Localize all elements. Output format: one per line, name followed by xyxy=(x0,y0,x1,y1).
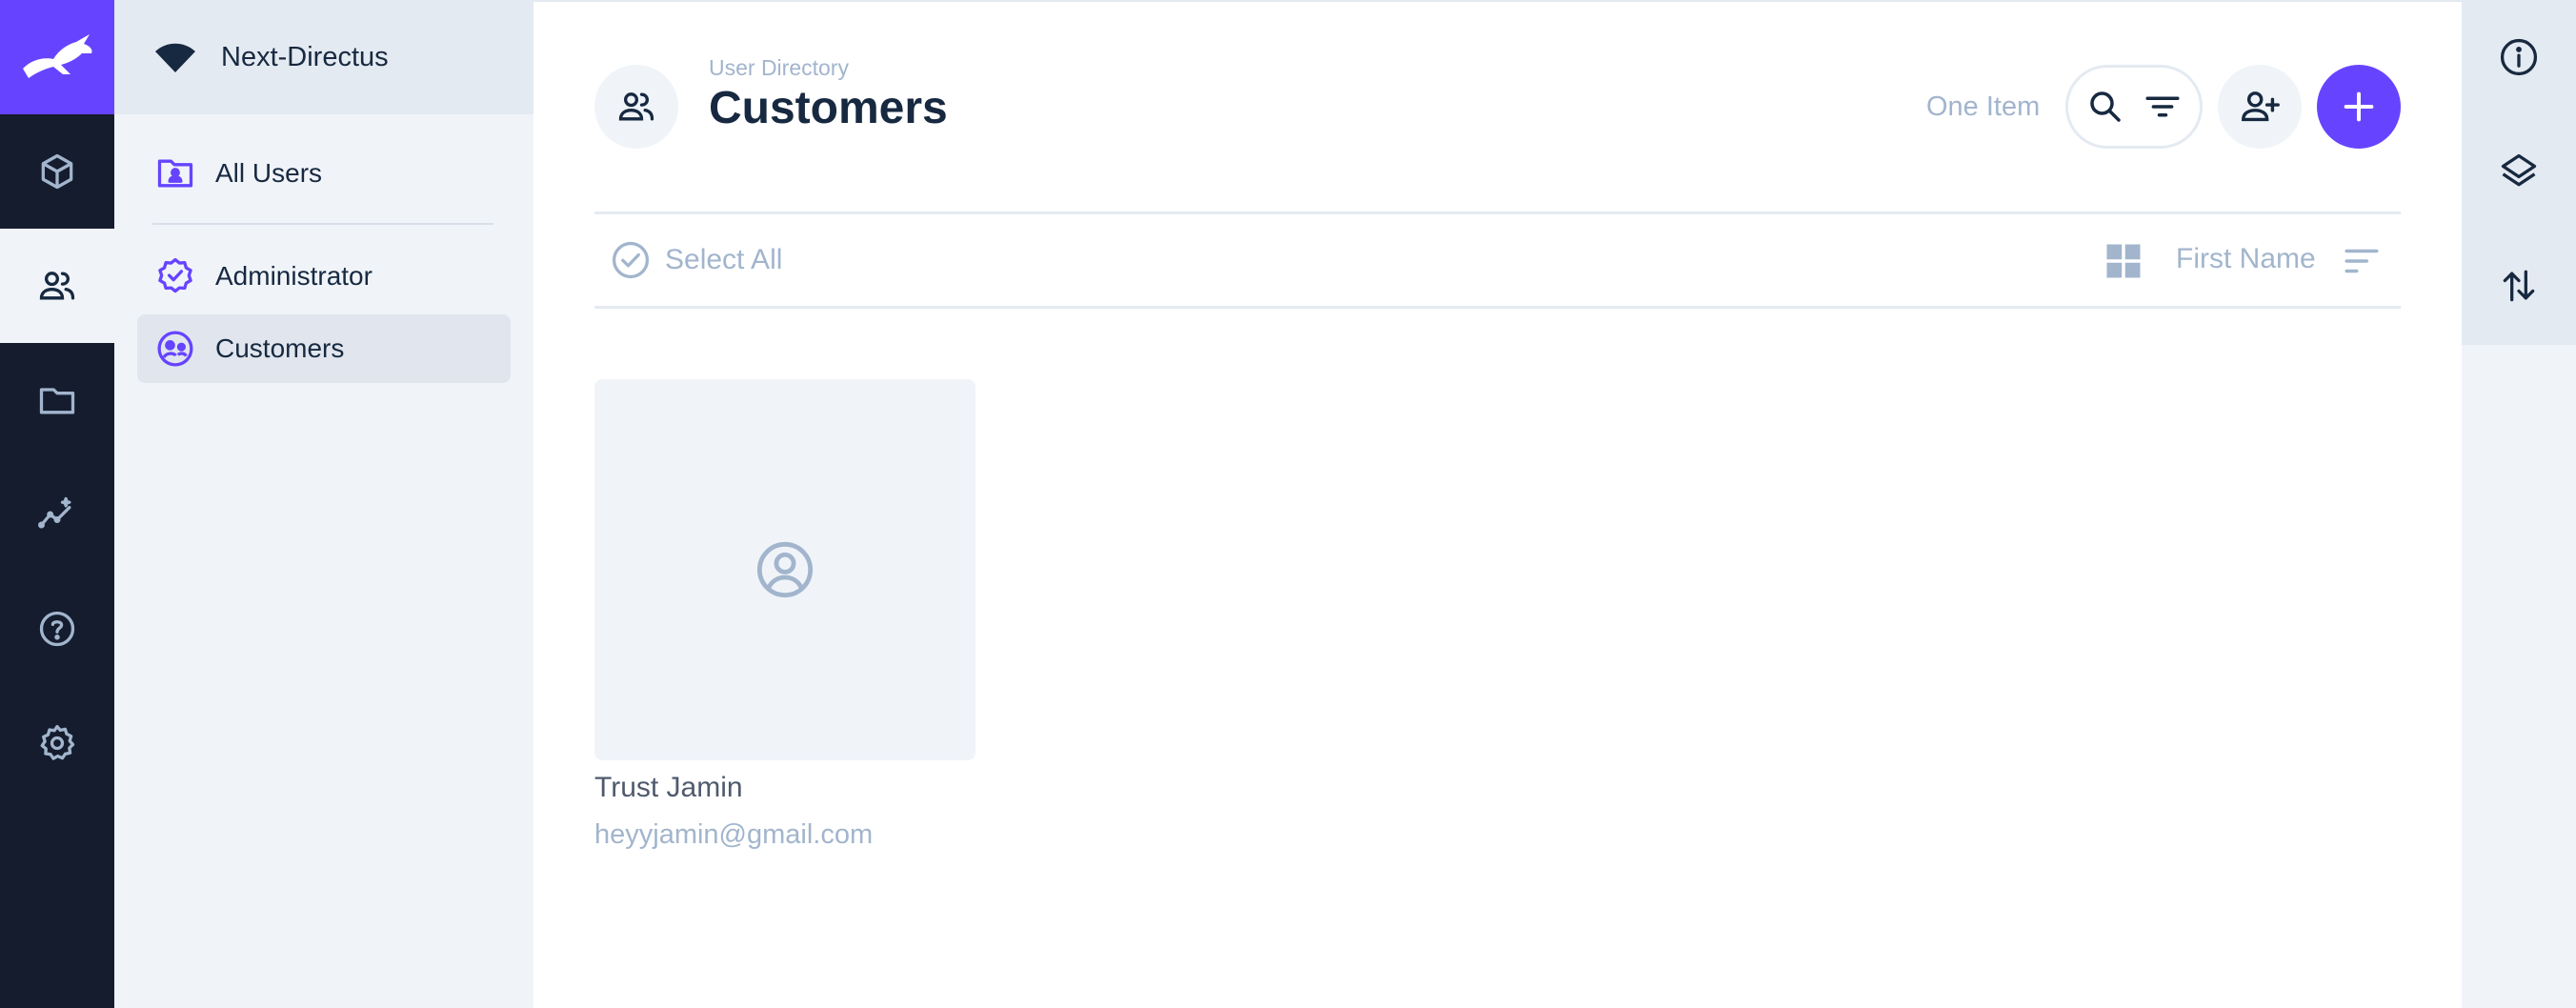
people-icon xyxy=(39,272,75,300)
check-circle-icon xyxy=(612,241,650,279)
module-users[interactable] xyxy=(0,229,114,343)
help-icon xyxy=(39,611,75,647)
user-card-name: Trust Jamin xyxy=(594,772,743,803)
nav-item-customers[interactable]: Customers xyxy=(137,314,511,383)
wifi-icon xyxy=(155,43,195,72)
module-content[interactable] xyxy=(0,114,114,229)
folder-user-icon xyxy=(157,159,193,188)
directus-logo[interactable] xyxy=(0,0,114,114)
item-count: One Item xyxy=(1926,91,2041,122)
project-header[interactable]: Next-Directus xyxy=(114,0,533,114)
insights-icon xyxy=(38,496,71,529)
plus-icon xyxy=(2344,91,2374,122)
select-all-button[interactable]: Select All xyxy=(610,239,782,281)
cube-icon xyxy=(41,153,73,190)
nav-item-administrator[interactable]: Administrator xyxy=(137,242,511,311)
page-title: Customers xyxy=(709,83,948,133)
sort-field-select[interactable]: First Name xyxy=(2176,243,2316,275)
invite-user-button[interactable] xyxy=(2218,65,2302,149)
search-filter-pill[interactable] xyxy=(2065,65,2203,149)
folder-icon xyxy=(39,388,75,414)
nav-item-label: All Users xyxy=(215,158,323,188)
filter-icon[interactable] xyxy=(2143,87,2183,127)
nav-item-label: Customers xyxy=(215,333,345,363)
layers-icon xyxy=(2501,153,2537,187)
group-avatar-icon xyxy=(157,331,193,367)
module-files[interactable] xyxy=(0,343,114,457)
title-icon-button[interactable] xyxy=(594,65,678,149)
user-card[interactable]: Trust Jamin heyyjamin@gmail.com xyxy=(594,379,976,851)
user-card-email: heyyjamin@gmail.com xyxy=(594,819,874,850)
module-help[interactable] xyxy=(0,572,114,686)
people-icon xyxy=(618,92,654,121)
rabbit-logo-icon xyxy=(23,34,92,78)
nav-item-all-users[interactable]: All Users xyxy=(137,139,511,208)
grid-view-icon[interactable] xyxy=(2103,241,2143,281)
module-bar xyxy=(0,0,114,1008)
breadcrumb[interactable]: User Directory xyxy=(709,55,849,81)
sidebar-layout-options-button[interactable] xyxy=(2462,114,2576,229)
select-all-label: Select All xyxy=(665,244,783,275)
nav-item-label: Administrator xyxy=(215,261,372,291)
create-item-button[interactable] xyxy=(2317,65,2401,149)
module-settings[interactable] xyxy=(0,686,114,800)
import-export-icon xyxy=(2503,270,2535,302)
verified-badge-icon xyxy=(158,257,192,293)
nav-divider xyxy=(152,223,493,225)
main-content: User Directory Customers One Item Select… xyxy=(533,0,2462,1008)
sort-direction-icon[interactable] xyxy=(2342,241,2382,281)
info-icon xyxy=(2500,38,2538,76)
layout-toolbar: Select All First Name xyxy=(594,212,2401,309)
gear-icon xyxy=(40,724,75,760)
module-insights[interactable] xyxy=(0,457,114,572)
person-add-icon xyxy=(2242,91,2280,122)
search-icon[interactable] xyxy=(2085,87,2125,127)
sidebar-info-button[interactable] xyxy=(2462,0,2576,114)
sidebar-export-button[interactable] xyxy=(2462,229,2576,343)
navigation-panel: Next-Directus All Users Administrator Cu… xyxy=(114,0,533,1008)
user-card-thumbnail[interactable] xyxy=(594,379,976,760)
account-circle-icon xyxy=(756,541,814,598)
project-name: Next-Directus xyxy=(221,41,389,72)
sidebar xyxy=(2462,0,2576,1008)
